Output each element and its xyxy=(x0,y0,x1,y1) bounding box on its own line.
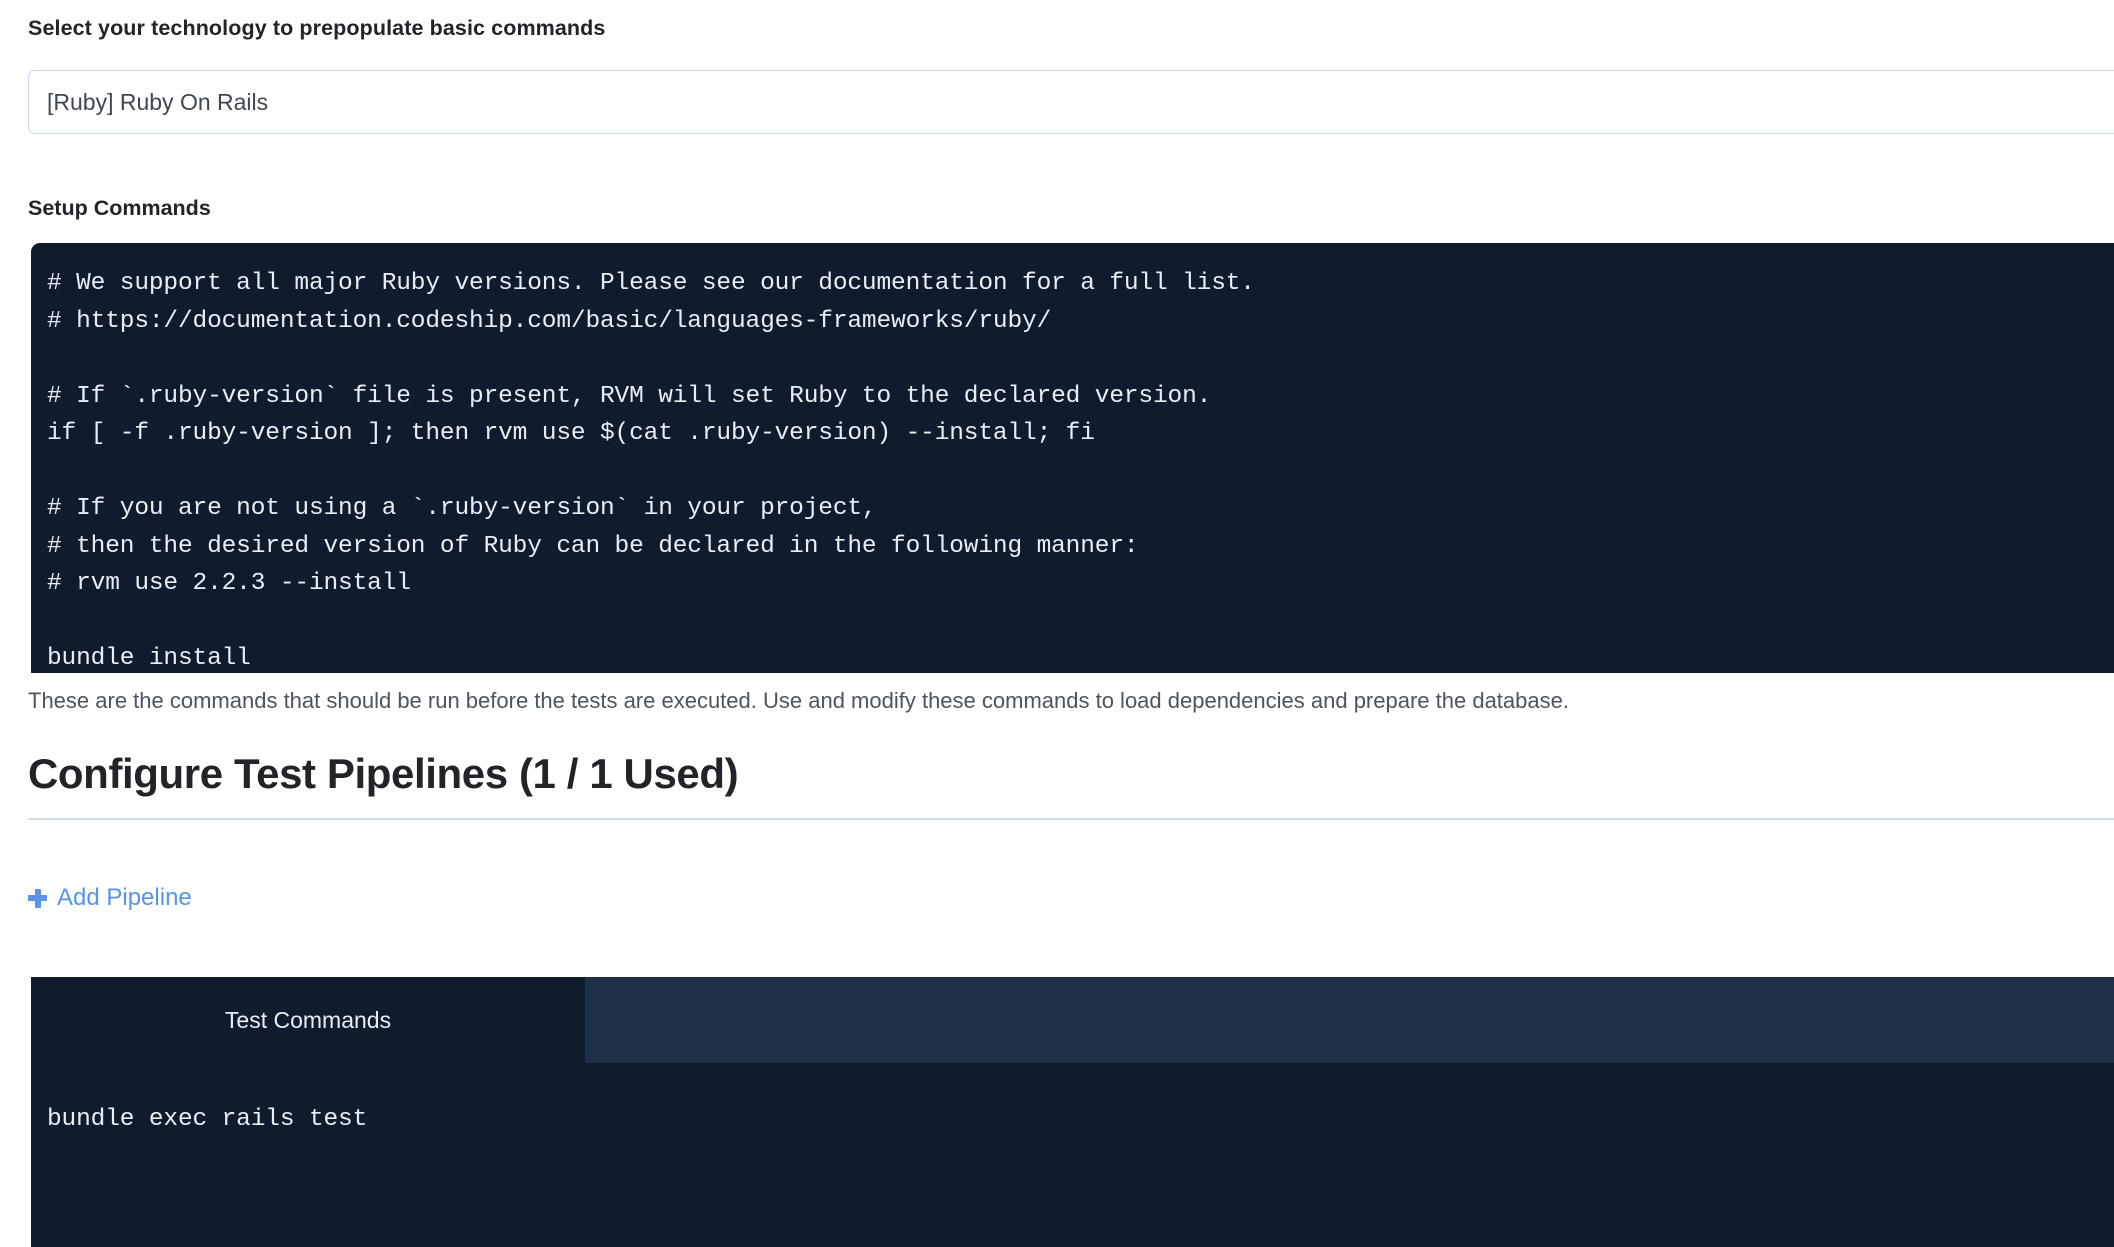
technology-select[interactable]: [Ruby] Ruby On Rails xyxy=(28,70,2114,134)
add-pipeline-label: Add Pipeline xyxy=(57,884,192,911)
setup-commands-label: Setup Commands xyxy=(28,196,211,220)
section-divider xyxy=(28,818,2114,820)
pipeline-panel: Test Commands bundle exec rails test xyxy=(31,977,2114,1247)
page-title: Configure Test Pipelines (1 / 1 Used) xyxy=(28,750,739,797)
tabbar-filler xyxy=(585,977,2114,1063)
pipeline-tabbar: Test Commands xyxy=(31,977,2114,1063)
setup-commands-help-text: These are the commands that should be ru… xyxy=(28,688,1569,713)
technology-select-label: Select your technology to prepopulate ba… xyxy=(28,16,606,40)
tab-test-commands[interactable]: Test Commands xyxy=(31,977,585,1063)
setup-commands-editor[interactable]: # We support all major Ruby versions. Pl… xyxy=(31,243,2114,673)
test-settings-page: Select your technology to prepopulate ba… xyxy=(0,0,2114,1247)
add-pipeline-button[interactable]: Add Pipeline xyxy=(28,886,192,910)
technology-select-wrapper: [Ruby] Ruby On Rails xyxy=(28,70,2114,134)
pipeline-test-commands-code[interactable]: bundle exec rails test xyxy=(31,1063,2114,1139)
plus-icon xyxy=(28,888,47,908)
setup-commands-code[interactable]: # We support all major Ruby versions. Pl… xyxy=(31,265,2114,673)
